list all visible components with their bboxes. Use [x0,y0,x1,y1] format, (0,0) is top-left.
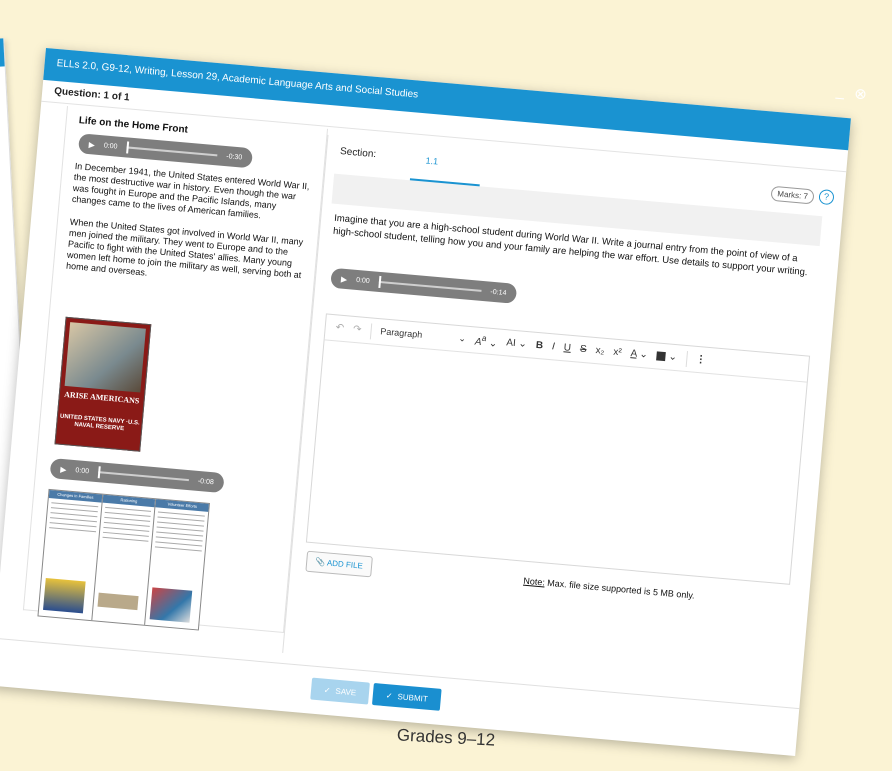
bold-icon[interactable]: B [535,340,543,352]
save-button[interactable]: ✓ SAVE [310,677,370,705]
chevron-down-icon: ⌄ [458,333,467,344]
question-number: 1 of 1 [103,90,131,104]
home-front-chart-image: Changes in Families Rationing Volunteer … [37,488,210,631]
close-icon[interactable]: ⊗ [854,84,868,103]
underline-icon[interactable]: U [563,342,571,354]
image-audio-player[interactable]: ▶ 0:00 -0:08 [49,458,225,494]
assessment-window: ELLs 2.0, G9-12, Writing, Lesson 29, Aca… [0,48,851,756]
submit-button[interactable]: ✓ SUBMIT [371,682,442,711]
war-poster-image: ARISE AMERICANS UNITED STATES NAVY ·U.S.… [54,316,152,452]
file-size-note: Note: Max. file size supported is 5 MB o… [522,575,696,601]
audio-progress-track[interactable] [125,141,218,157]
prompt-audio-player[interactable]: ▶ 0:00 -0:14 [330,267,518,304]
play-icon[interactable]: ▶ [341,274,348,284]
paperclip-icon: 📎 [314,557,326,568]
tab-section-1-1[interactable]: 1.1 [425,156,438,167]
editor-toolbar: ↶ ↷ Paragraph ⌄ Aa ⌄ AI ⌄ B I U S x₂ x² … [324,314,810,383]
italic-icon[interactable]: I [552,341,556,352]
passage-title: Life on the Home Front [78,115,189,136]
response-editor[interactable]: ↶ ↷ Paragraph ⌄ Aa ⌄ AI ⌄ B I U S x₂ x² … [305,313,811,585]
check-icon: ✓ [385,690,393,701]
text-case-icon[interactable]: AI ⌄ [506,337,528,350]
highlight-color-icon[interactable]: ⌄ [656,350,677,363]
section-label: Section: [339,146,377,161]
passage-paragraph-1: In December 1941, the United States ente… [71,160,310,221]
font-size-icon[interactable]: Aa ⌄ [474,332,498,350]
text-color-icon[interactable]: A ⌄ [630,348,648,360]
play-icon[interactable]: ▶ [88,140,95,150]
undo-icon[interactable]: ↶ [335,322,344,334]
audio-progress-track[interactable] [378,275,482,292]
audio-progress-track[interactable] [97,466,190,482]
minimize-icon[interactable]: _ [835,83,845,102]
add-file-button[interactable]: 📎 ADD FILE [305,550,373,578]
superscript-icon[interactable]: x² [613,347,622,359]
passage-panel: Life on the Home Front ▶ 0:00 -0:30 In D… [22,106,329,633]
window-controls: _ ⊗ [835,83,867,104]
paragraph-style-select[interactable]: Paragraph ⌄ [380,326,467,344]
redo-icon[interactable]: ↷ [353,324,362,336]
check-icon: ✓ [323,685,331,695]
more-options-icon[interactable]: ⋮ [695,354,706,366]
play-icon[interactable]: ▶ [60,464,67,474]
passage-paragraph-2: When the United States got involved in W… [65,216,304,281]
strikethrough-icon[interactable]: S [579,344,587,356]
subscript-icon[interactable]: x₂ [595,345,605,357]
